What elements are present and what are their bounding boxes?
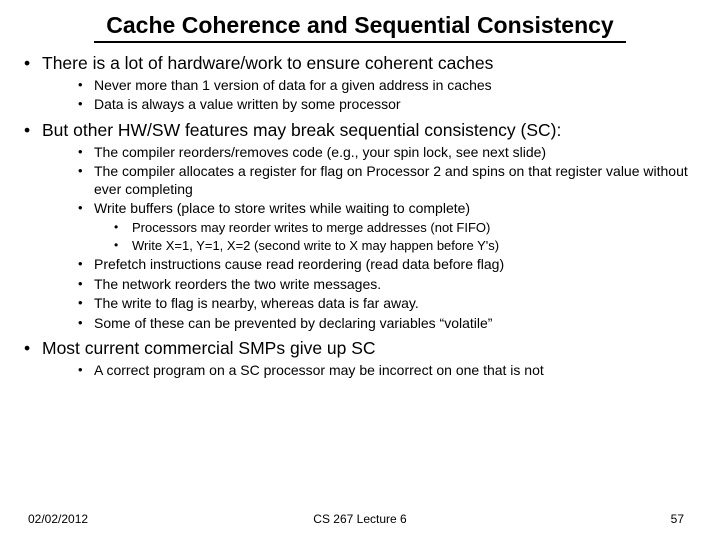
- bullet-l1: Most current commercial SMPs give up SC …: [24, 338, 696, 379]
- bullet-l2: Data is always a value written by some p…: [78, 96, 696, 114]
- bullet-text: The write to flag is nearby, whereas dat…: [94, 295, 419, 311]
- bullet-l2: The write to flag is nearby, whereas dat…: [78, 295, 696, 313]
- bullet-l2: Prefetch instructions cause read reorder…: [78, 256, 696, 274]
- bullet-text: Write X=1, Y=1, X=2 (second write to X m…: [132, 238, 499, 253]
- bullet-text: Some of these can be prevented by declar…: [94, 315, 492, 331]
- footer-center: CS 267 Lecture 6: [0, 512, 720, 526]
- bullet-text: But other HW/SW features may break seque…: [42, 120, 561, 140]
- bullet-text: Prefetch instructions cause read reorder…: [94, 256, 504, 272]
- bullet-list: There is a lot of hardware/work to ensur…: [24, 53, 696, 380]
- bullet-l2: Never more than 1 version of data for a …: [78, 77, 696, 95]
- bullet-l3: Write X=1, Y=1, X=2 (second write to X m…: [114, 238, 696, 254]
- bullet-text: Most current commercial SMPs give up SC: [42, 338, 376, 358]
- footer-page: 57: [671, 512, 684, 526]
- slide: Cache Coherence and Sequential Consisten…: [0, 0, 720, 540]
- slide-title: Cache Coherence and Sequential Consisten…: [94, 12, 625, 43]
- bullet-l2: Some of these can be prevented by declar…: [78, 315, 696, 333]
- bullet-l2: Write buffers (place to store writes whi…: [78, 200, 696, 254]
- bullet-text: The compiler reorders/removes code (e.g.…: [94, 144, 546, 160]
- bullet-l2: The compiler allocates a register for fl…: [78, 163, 696, 198]
- bullet-l2: The network reorders the two write messa…: [78, 276, 696, 294]
- bullet-text: The compiler allocates a register for fl…: [94, 163, 688, 197]
- bullet-text: A correct program on a SC processor may …: [94, 362, 544, 378]
- bullet-text: The network reorders the two write messa…: [94, 276, 381, 292]
- bullet-l1: But other HW/SW features may break seque…: [24, 120, 696, 332]
- bullet-text: Processors may reorder writes to merge a…: [132, 220, 490, 235]
- bullet-text: Write buffers (place to store writes whi…: [94, 200, 470, 216]
- bullet-l2: The compiler reorders/removes code (e.g.…: [78, 144, 696, 162]
- bullet-text: There is a lot of hardware/work to ensur…: [42, 53, 493, 73]
- bullet-text: Never more than 1 version of data for a …: [94, 77, 492, 93]
- bullet-l3: Processors may reorder writes to merge a…: [114, 220, 696, 236]
- bullet-text: Data is always a value written by some p…: [94, 96, 401, 112]
- bullet-l1: There is a lot of hardware/work to ensur…: [24, 53, 696, 114]
- bullet-l2: A correct program on a SC processor may …: [78, 362, 696, 380]
